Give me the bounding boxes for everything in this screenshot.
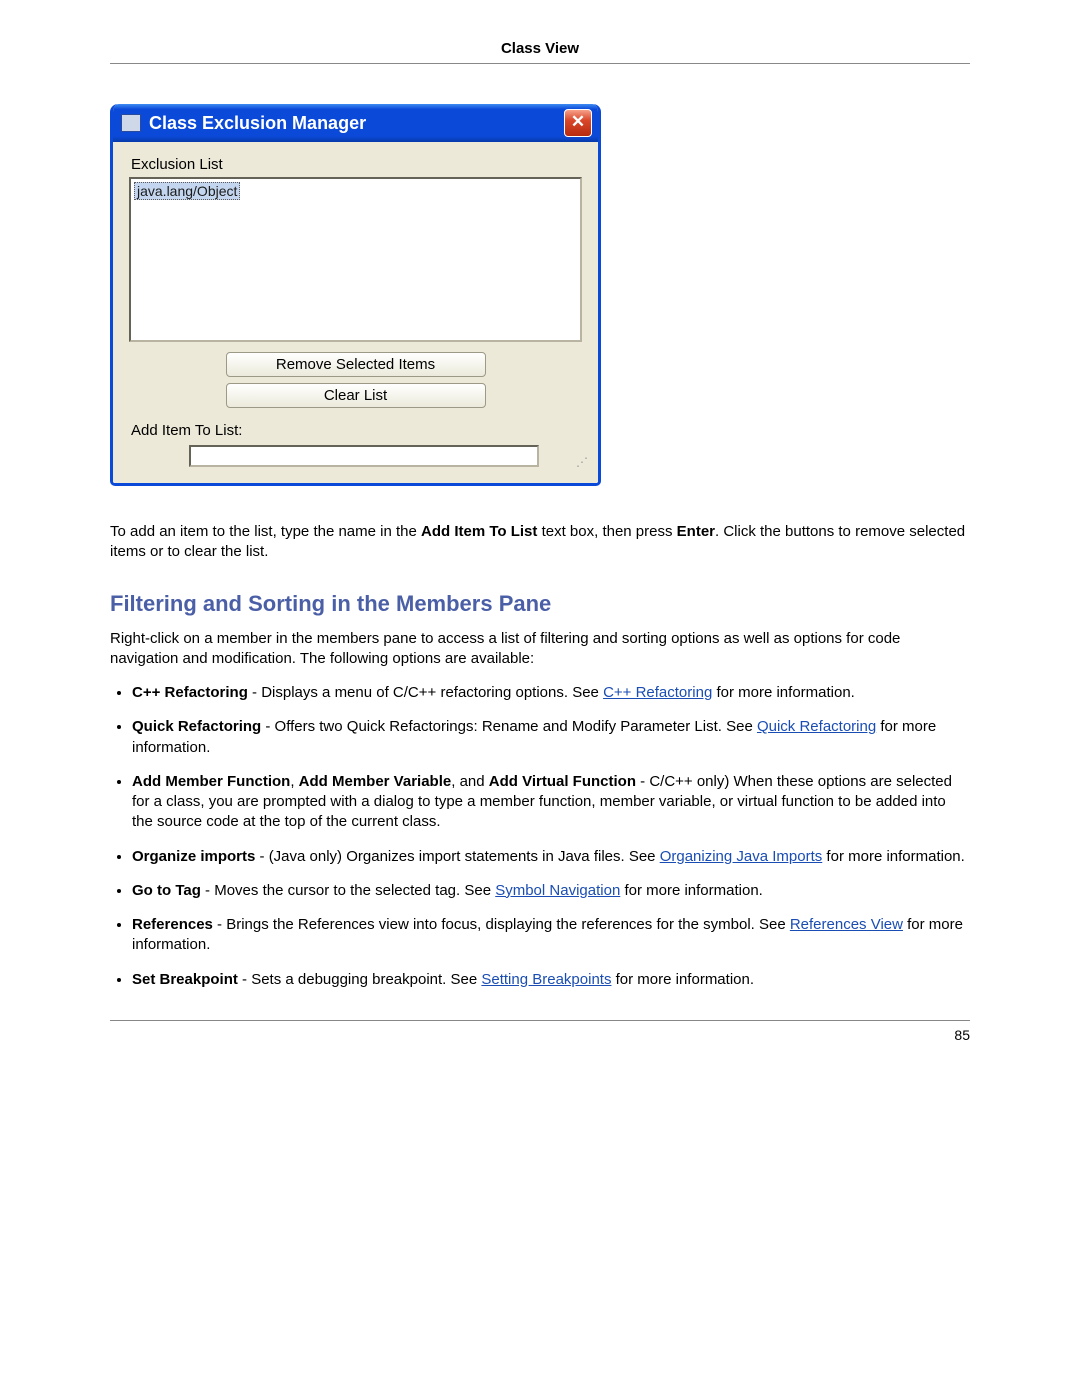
link-cpp-refactoring[interactable]: C++ Refactoring [603, 684, 712, 701]
window-icon [121, 114, 141, 132]
page-footer: 85 [110, 1020, 970, 1043]
dialog-title: Class Exclusion Manager [149, 113, 564, 134]
list-item: Go to Tag - Moves the cursor to the sele… [132, 881, 970, 901]
dialog-titlebar[interactable]: Class Exclusion Manager ✕ [113, 104, 598, 142]
exclusion-listbox[interactable]: java.lang/Object [129, 177, 582, 342]
page-header: Class View [110, 40, 970, 64]
list-item: References - Brings the References view … [132, 915, 970, 956]
paragraph-add-item: To add an item to the list, type the nam… [110, 522, 970, 563]
list-item: Quick Refactoring - Offers two Quick Ref… [132, 717, 970, 758]
dialog-body: Exclusion List java.lang/Object Remove S… [113, 142, 598, 483]
remove-selected-button[interactable]: Remove Selected Items [226, 352, 486, 377]
link-references-view[interactable]: References View [790, 916, 903, 933]
class-exclusion-manager-dialog: Class Exclusion Manager ✕ Exclusion List… [110, 104, 601, 486]
list-item[interactable]: java.lang/Object [134, 182, 240, 200]
options-list: C++ Refactoring - Displays a menu of C/C… [110, 683, 970, 990]
link-quick-refactoring[interactable]: Quick Refactoring [757, 718, 876, 735]
list-item: C++ Refactoring - Displays a menu of C/C… [132, 683, 970, 703]
section-heading: Filtering and Sorting in the Members Pan… [110, 591, 970, 617]
link-setting-breakpoints[interactable]: Setting Breakpoints [481, 971, 611, 988]
close-button[interactable]: ✕ [564, 109, 592, 137]
clear-list-button[interactable]: Clear List [226, 383, 486, 408]
link-organizing-java-imports[interactable]: Organizing Java Imports [660, 848, 823, 865]
list-item: Add Member Function, Add Member Variable… [132, 772, 970, 833]
add-item-input[interactable] [189, 445, 539, 467]
link-symbol-navigation[interactable]: Symbol Navigation [495, 882, 620, 899]
add-item-label: Add Item To List: [131, 422, 582, 439]
section-intro: Right-click on a member in the members p… [110, 629, 970, 670]
list-item: Organize imports - (Java only) Organizes… [132, 847, 970, 867]
exclusion-list-label: Exclusion List [131, 156, 582, 173]
page-number: 85 [954, 1027, 970, 1043]
list-item: Set Breakpoint - Sets a debugging breakp… [132, 970, 970, 990]
